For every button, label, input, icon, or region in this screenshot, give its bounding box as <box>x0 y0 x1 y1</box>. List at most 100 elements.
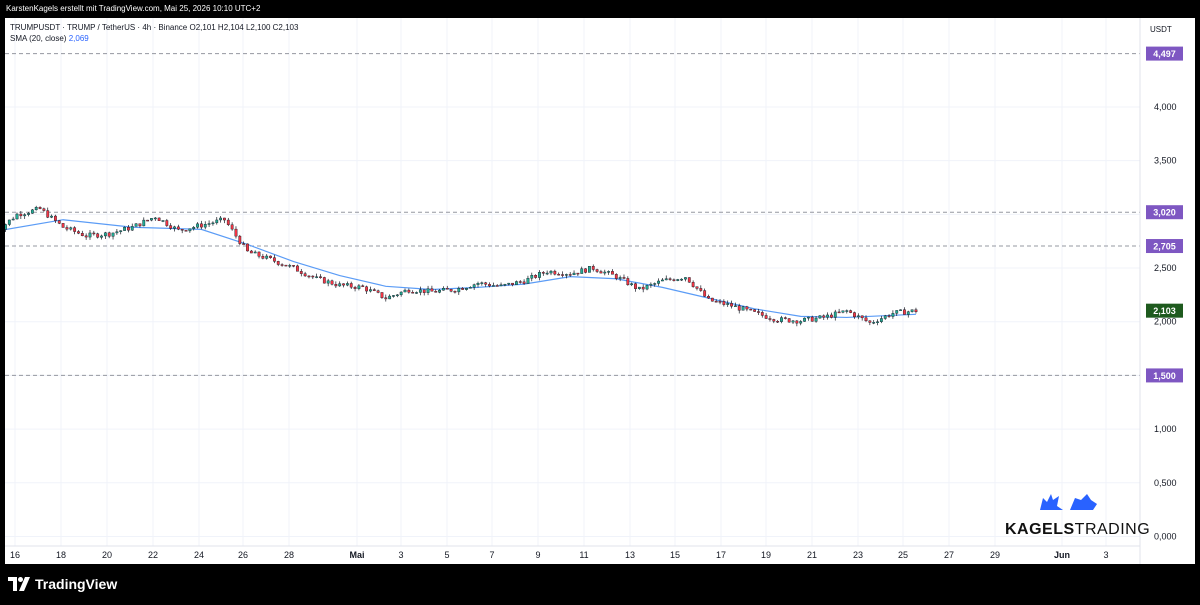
candle-down <box>184 230 188 232</box>
candle-down <box>868 320 872 323</box>
candle-down <box>107 232 111 237</box>
candle-down <box>634 283 637 289</box>
candles <box>0 205 918 327</box>
candle-up <box>780 317 783 322</box>
chart-legend: TRUMPUSDT · TRUMP / TetherUS · 4h · Bina… <box>10 22 298 44</box>
candle-down <box>461 288 465 290</box>
candle-up <box>645 285 649 290</box>
candle-up <box>906 311 910 315</box>
candle-up <box>468 287 472 289</box>
candle-down <box>518 281 522 283</box>
candle-up <box>841 310 845 313</box>
candle-down <box>276 261 280 265</box>
candle-down <box>342 283 345 286</box>
candle-down <box>787 318 791 323</box>
candle-up <box>872 322 876 324</box>
candle-up <box>661 279 664 282</box>
time-axis[interactable]: 16 18 20 22 24 26 28 Mai 3 5 7 9 11 13 15 17 19 21 23 25 27 2… <box>5 545 1140 560</box>
candle-down <box>614 274 618 279</box>
candle-up <box>457 288 461 293</box>
candle-down <box>296 265 299 272</box>
candle-down <box>737 305 741 311</box>
candle-down <box>764 315 768 319</box>
candle-down <box>584 268 587 273</box>
candle-up <box>530 275 534 279</box>
candle-down <box>853 312 856 318</box>
candle-down <box>54 215 57 221</box>
candle-down <box>887 315 891 317</box>
candle-down <box>449 289 453 292</box>
candle-up <box>30 209 34 214</box>
candle-down <box>561 274 564 276</box>
candle-down <box>495 285 499 287</box>
candle-up <box>326 280 330 284</box>
candle-up <box>369 289 372 292</box>
candle-down <box>284 264 288 267</box>
candle-down <box>372 289 376 291</box>
candle-down <box>384 297 388 300</box>
candle-up <box>526 278 530 284</box>
candle-up <box>726 303 730 305</box>
candle-up <box>676 279 680 281</box>
candle-up <box>34 207 38 211</box>
candle-up <box>7 219 11 225</box>
candle-up <box>680 278 684 281</box>
x-tick-label: 18 <box>56 550 66 560</box>
level-price-text: 4,497 <box>1153 49 1176 59</box>
level-price-text: 1,500 <box>1153 371 1176 381</box>
candle-up <box>403 289 407 293</box>
candle-down <box>718 301 722 303</box>
candle-up <box>173 226 176 229</box>
candle-up <box>899 309 902 311</box>
x-tick-label: 20 <box>102 550 112 560</box>
candle-up <box>657 280 660 284</box>
price-axis[interactable]: USDT0,0000,5001,0001,5002,0002,5003,0003… <box>1139 18 1183 564</box>
tradingview-logo[interactable]: TradingView <box>8 576 117 592</box>
x-tick-label: 11 <box>579 550 588 560</box>
candle-down <box>226 219 230 225</box>
x-tick-label: 19 <box>761 550 771 560</box>
candle-down <box>745 306 749 310</box>
candle-up <box>392 295 395 297</box>
candle-down <box>272 257 276 262</box>
candlestick-chart[interactable]: USDT0,0000,5001,0001,5002,0002,5003,0003… <box>0 18 1195 564</box>
candle-down <box>84 235 88 238</box>
candle-down <box>307 275 311 278</box>
candle-down <box>146 219 150 222</box>
candle-up <box>618 277 622 279</box>
brand-text: KAGELSTRADING <box>1005 521 1150 539</box>
candle-up <box>876 321 879 323</box>
candle-up <box>741 306 745 311</box>
candle-down <box>157 217 161 221</box>
brand-bold: KAGELS <box>1005 521 1075 538</box>
candle-down <box>257 251 261 257</box>
x-tick-label: 23 <box>853 550 863 560</box>
candle-up <box>733 305 737 307</box>
candle-up <box>288 265 292 267</box>
candle-down <box>488 284 491 287</box>
candle-up <box>88 232 92 238</box>
candle-down <box>453 291 457 293</box>
candle-up <box>588 266 591 273</box>
candle-down <box>691 282 695 287</box>
candle-up <box>503 283 507 286</box>
candle-down <box>65 227 69 230</box>
x-tick-label: Jun <box>1054 550 1070 560</box>
candle-down <box>73 227 77 232</box>
candle-up <box>119 230 123 232</box>
candle-down <box>292 265 295 267</box>
candle-up <box>895 310 899 314</box>
chart-area[interactable]: USDT0,0000,5001,0001,5002,0002,5003,0003… <box>0 18 1195 564</box>
candle-up <box>103 232 107 237</box>
y-tick-label: 3,500 <box>1154 156 1177 166</box>
candle-down <box>795 320 799 324</box>
candle-up <box>111 232 115 237</box>
brand-light: TRADING <box>1074 521 1151 538</box>
candle-down <box>576 272 580 275</box>
candle-down <box>672 279 676 281</box>
candle-down <box>376 290 380 293</box>
candle-down <box>553 270 557 275</box>
candle-up <box>426 288 430 293</box>
candle-down <box>687 277 691 283</box>
candle-up <box>814 317 818 322</box>
